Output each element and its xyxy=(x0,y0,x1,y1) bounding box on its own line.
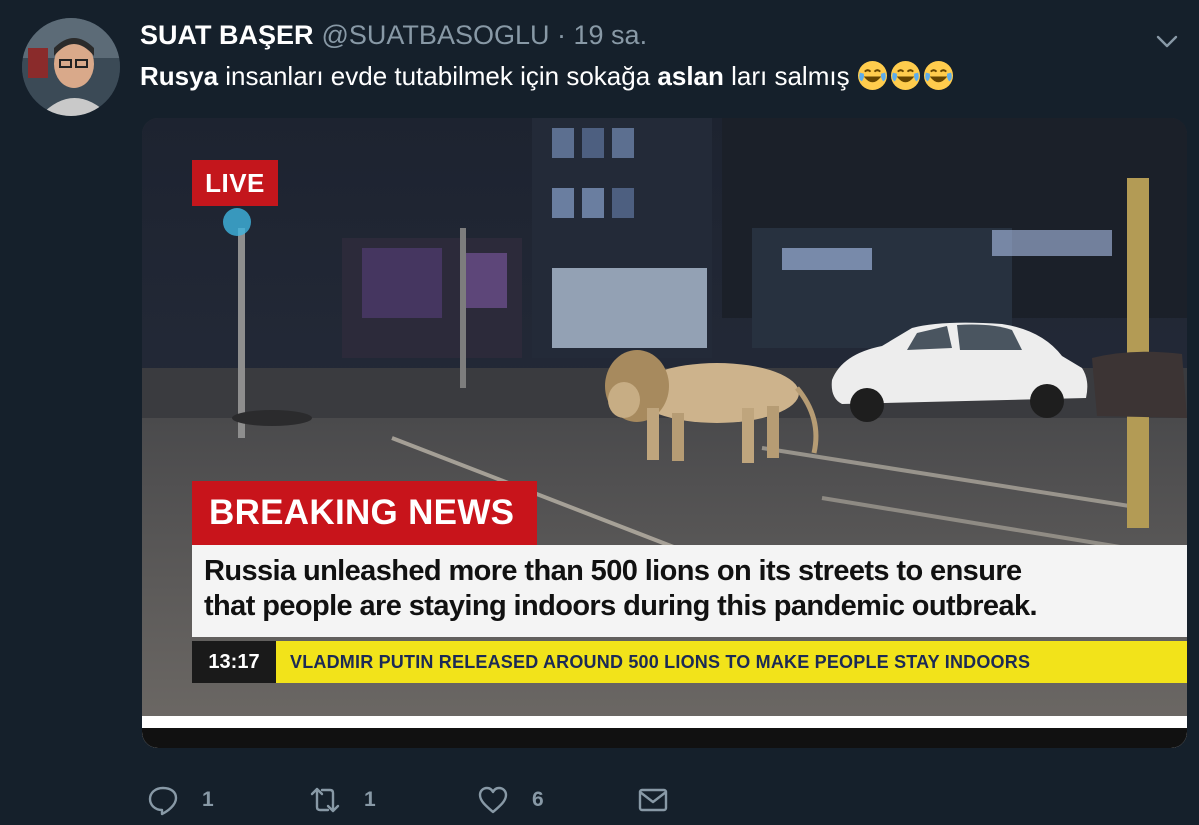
like-button[interactable]: 6 xyxy=(476,778,544,822)
tweet-text: Rusya insanları evde tutabilmek için sok… xyxy=(140,58,956,94)
tweet-media-image[interactable]: LIVE BREAKING NEWS Russia unleashed more… xyxy=(142,118,1187,748)
author-handle[interactable]: @SUATBASOGLU xyxy=(322,20,550,50)
tweet-text-bold-1: Rusya xyxy=(140,61,219,91)
tweet[interactable]: SUAT BAŞER @SUATBASOGLU · 19 sa. Rusya in… xyxy=(0,0,1199,825)
face-with-tears-of-joy-icon xyxy=(857,60,888,91)
like-count: 6 xyxy=(532,788,544,811)
heart-icon xyxy=(478,786,508,814)
reply-count: 1 xyxy=(202,788,214,811)
tweet-header: SUAT BAŞER @SUATBASOGLU · 19 sa. xyxy=(140,18,647,52)
face-with-tears-of-joy-icon xyxy=(923,60,954,91)
retweet-icon xyxy=(310,787,340,813)
separator: · xyxy=(557,20,566,50)
breaking-news-label: BREAKING NEWS xyxy=(192,481,537,545)
share-button[interactable] xyxy=(636,778,670,822)
face-with-tears-of-joy-icon xyxy=(890,60,921,91)
author-name[interactable]: SUAT BAŞER xyxy=(140,20,314,50)
tweet-text-bold-2: aslan xyxy=(657,61,724,91)
news-headline-line-2: that people are staying indoors during t… xyxy=(204,590,1038,622)
tweet-text-part-2: insanları evde tutabilmek için sokağa xyxy=(218,61,658,91)
avatar[interactable] xyxy=(22,18,120,116)
news-headline: Russia unleashed more than 500 lions on … xyxy=(192,545,1187,637)
tweet-text-part-4: ları salmış xyxy=(723,61,857,91)
retweet-count: 1 xyxy=(364,788,376,811)
avatar-image xyxy=(22,18,120,116)
tweet-actions: 1 1 6 xyxy=(140,778,700,822)
timestamp[interactable]: 19 sa. xyxy=(574,20,648,50)
reply-button[interactable]: 1 xyxy=(146,778,214,822)
news-headline-line-1: Russia unleashed more than 500 lions on … xyxy=(204,555,1022,587)
media-bottom-strip xyxy=(142,716,1187,748)
live-badge: LIVE xyxy=(192,160,278,206)
news-clock: 13:17 xyxy=(192,641,276,683)
envelope-icon xyxy=(638,788,668,812)
reply-icon xyxy=(148,786,178,816)
chevron-down-icon[interactable] xyxy=(1150,24,1184,58)
retweet-button[interactable]: 1 xyxy=(308,778,376,822)
news-ticker: VLADMIR PUTIN RELEASED AROUND 500 LIONS … xyxy=(276,641,1187,683)
